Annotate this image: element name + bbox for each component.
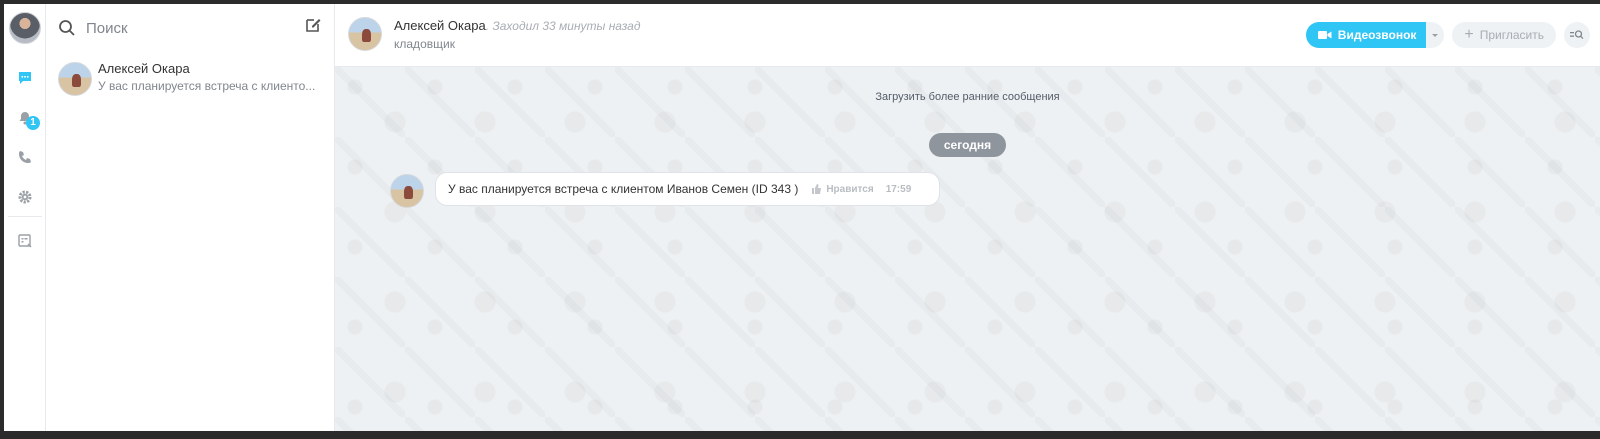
chat-messages-area[interactable]: Загрузить более ранние сообщения сегодня…	[335, 67, 1600, 431]
chat-header: Алексей Окара. Заходил 33 минуты назад к…	[335, 4, 1600, 67]
chat-panel: Алексей Окара. Заходил 33 минуты назад к…	[335, 4, 1600, 431]
gear-icon	[18, 190, 32, 204]
chats-nav-button[interactable]	[13, 66, 37, 90]
chat-bubble-icon	[19, 72, 31, 84]
open-lines-nav-button[interactable]	[13, 229, 37, 253]
window-bottom-edge	[0, 431, 1600, 439]
chat-title: Алексей Окара. Заходил 33 минуты назад	[394, 18, 640, 33]
message-text: У вас планируется встреча с клиентом Ива…	[448, 182, 799, 196]
message-author-avatar[interactable]	[390, 174, 424, 208]
compose-icon	[306, 19, 321, 32]
messenger-window: 1 Поиск Алексей Окара У вас планируется …	[0, 0, 1600, 439]
plus-icon: +	[1464, 26, 1474, 43]
message-time: 17:59	[885, 183, 912, 195]
phone-icon	[19, 151, 31, 163]
chat-search-button[interactable]	[1564, 22, 1590, 48]
load-earlier-link[interactable]: Загрузить более ранние сообщения	[335, 91, 1600, 103]
header-actions: Видеозвонок + Пригласить	[1305, 22, 1590, 48]
thumbs-up-icon	[812, 184, 822, 194]
recent-chat-item[interactable]: Алексей Окара У вас планируется встреча …	[46, 59, 334, 99]
recent-chat-name: Алексей Окара	[98, 61, 190, 76]
date-separator: сегодня	[335, 133, 1600, 157]
user-position: кладовщик	[394, 37, 455, 51]
chat-user-name[interactable]: Алексей Окара	[394, 18, 486, 33]
video-call-label: Видеозвонок	[1337, 28, 1417, 42]
invite-button[interactable]: + Пригласить	[1452, 22, 1556, 48]
video-call-button[interactable]: Видеозвонок	[1305, 22, 1427, 48]
rail-divider	[8, 216, 42, 217]
contact-avatar	[58, 62, 92, 96]
chevron-down-icon	[1432, 33, 1439, 37]
invite-label: Пригласить	[1479, 28, 1544, 42]
last-seen-status: . Заходил 33 минуты назад	[485, 19, 641, 33]
left-rail: 1	[4, 4, 46, 431]
search-bar	[58, 16, 322, 40]
video-call-dropdown[interactable]	[1426, 22, 1445, 48]
notifications-nav-button[interactable]: 1	[13, 106, 40, 130]
message-list-icon	[18, 234, 32, 248]
my-avatar[interactable]	[9, 12, 41, 44]
message-bubble[interactable]: У вас планируется встреча с клиентом Ива…	[435, 172, 940, 206]
video-camera-icon	[1317, 31, 1332, 39]
search-input[interactable]	[86, 19, 286, 37]
new-chat-button[interactable]	[304, 16, 322, 39]
recent-chats-panel: Алексей Окара У вас планируется встреча …	[46, 4, 335, 431]
search-icon	[59, 20, 75, 36]
chat-user-avatar[interactable]	[348, 17, 382, 51]
recent-chat-preview: У вас планируется встреча с клиенто...	[98, 79, 316, 93]
settings-nav-button[interactable]	[13, 185, 37, 209]
search-list-icon	[1570, 30, 1584, 40]
notifications-badge: 1	[26, 116, 40, 130]
calls-nav-button[interactable]	[13, 145, 37, 169]
date-pill: сегодня	[928, 133, 1007, 157]
like-label: Нравится	[826, 183, 874, 195]
like-button[interactable]: Нравится	[812, 183, 874, 195]
